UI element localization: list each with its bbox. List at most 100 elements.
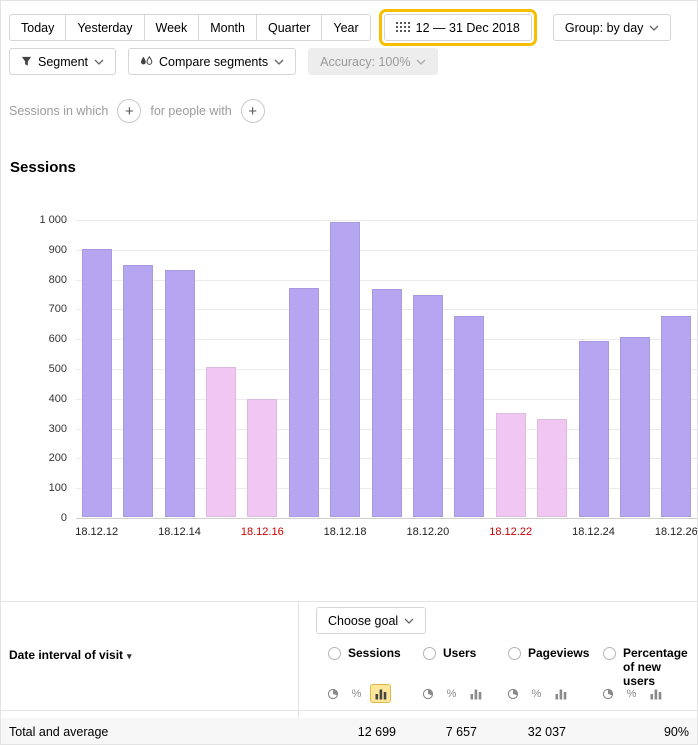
- chevron-down-icon: [404, 618, 414, 624]
- segment-toolbar: Segment Compare segments Accuracy: 100%: [9, 48, 438, 75]
- chart-bar-18.12.15[interactable]: [206, 367, 236, 517]
- add-user-condition-button[interactable]: +: [241, 99, 265, 123]
- tab-quarter-label: Quarter: [268, 21, 310, 35]
- sort-triangle-icon: ▾: [127, 651, 132, 661]
- tab-year[interactable]: Year: [321, 14, 370, 41]
- y-tick-label: 700: [1, 303, 67, 315]
- y-tick-label: 1 000: [1, 214, 67, 226]
- chart-bar-18.12.13[interactable]: [123, 265, 153, 517]
- metric-header-new-users[interactable]: Percentage of new users: [603, 646, 691, 688]
- choose-goal-dropdown[interactable]: Choose goal: [316, 607, 426, 634]
- chart-bar-18.12.21[interactable]: [454, 316, 484, 517]
- radio-pageviews[interactable]: [508, 647, 521, 660]
- percent-icon[interactable]: %: [441, 684, 462, 703]
- x-tick-label: 18.12.20: [396, 526, 460, 538]
- chart-type-toggle-sessions: %: [322, 684, 391, 703]
- tab-quarter[interactable]: Quarter: [256, 14, 322, 41]
- radio-sessions[interactable]: [328, 647, 341, 660]
- group-by-dropdown[interactable]: Group: by day: [553, 14, 672, 41]
- date-range-button[interactable]: 12 — 31 Dec 2018: [384, 14, 532, 41]
- accuracy-label: Accuracy: 100%: [320, 55, 410, 69]
- metric-column-sessions: Sessions %: [328, 646, 398, 712]
- x-tick-label: 18.12.24: [562, 526, 626, 538]
- radio-new-users[interactable]: [603, 647, 616, 660]
- tab-month[interactable]: Month: [198, 14, 257, 41]
- calendar-grid-icon: [396, 22, 410, 33]
- total-pageviews-value: 32 037: [528, 718, 566, 745]
- pie-chart-icon[interactable]: [322, 684, 343, 703]
- chart-y-axis: 01002003004005006007008009001 000: [1, 220, 67, 518]
- compare-drops-icon: [140, 56, 153, 68]
- chart-bar-18.12.25[interactable]: [620, 337, 650, 517]
- percent-icon[interactable]: %: [346, 684, 367, 703]
- y-tick-label: 900: [1, 244, 67, 256]
- chart-bar-18.12.19[interactable]: [372, 289, 402, 517]
- chart-bar-18.12.18[interactable]: [330, 222, 360, 517]
- tab-today[interactable]: Today: [9, 14, 66, 41]
- y-tick-label: 400: [1, 393, 67, 405]
- radio-users[interactable]: [423, 647, 436, 660]
- bar-chart-icon[interactable]: [370, 684, 391, 703]
- date-interval-column-header[interactable]: Date interval of visit ▾: [9, 648, 132, 662]
- pie-chart-icon[interactable]: [597, 684, 618, 703]
- chart-bar-18.12.14[interactable]: [165, 270, 195, 517]
- date-range-label: 12 — 31 Dec 2018: [416, 21, 520, 35]
- period-tab-group: Today Yesterday Week Month Quarter Year: [9, 14, 371, 41]
- filter-bar: Sessions in which + for people with +: [9, 99, 265, 123]
- total-row-label: Total and average: [9, 718, 108, 745]
- tab-yesterday[interactable]: Yesterday: [65, 14, 144, 41]
- chart-bar-18.12.12[interactable]: [82, 249, 112, 517]
- chevron-down-icon: [649, 25, 659, 31]
- chart-bar-18.12.16[interactable]: [247, 399, 277, 517]
- chart-bar-18.12.24[interactable]: [579, 341, 609, 517]
- tab-today-label: Today: [21, 21, 54, 35]
- period-toolbar: Today Yesterday Week Month Quarter Year …: [9, 9, 689, 46]
- metric-label-sessions: Sessions: [348, 646, 401, 660]
- gridline: [76, 250, 697, 251]
- metric-header-pageviews[interactable]: Pageviews: [508, 646, 568, 660]
- compare-segments-dropdown[interactable]: Compare segments: [128, 48, 296, 75]
- total-row: Total and average 12 699 7 657 32 037 90…: [1, 718, 697, 744]
- pie-chart-icon[interactable]: [417, 684, 438, 703]
- bar-chart-icon[interactable]: [550, 684, 571, 703]
- chart-bar-18.12.26[interactable]: [661, 316, 691, 517]
- chart-type-toggle-users: %: [417, 684, 486, 703]
- gridline: [76, 518, 697, 519]
- add-session-condition-button[interactable]: +: [117, 99, 141, 123]
- y-tick-label: 0: [1, 512, 67, 524]
- pie-chart-icon[interactable]: [502, 684, 523, 703]
- sessions-bar-chart: 01002003004005006007008009001 000 18.12.…: [1, 213, 697, 545]
- chart-bar-18.12.17[interactable]: [289, 288, 319, 517]
- percent-icon[interactable]: %: [621, 684, 642, 703]
- accuracy-dropdown[interactable]: Accuracy: 100%: [308, 48, 438, 75]
- total-users-value: 7 657: [446, 718, 477, 745]
- bar-chart-icon[interactable]: [465, 684, 486, 703]
- percent-icon[interactable]: %: [526, 684, 547, 703]
- for-people-with-label: for people with: [150, 104, 231, 118]
- y-tick-label: 600: [1, 333, 67, 345]
- bar-chart-icon[interactable]: [645, 684, 666, 703]
- choose-goal-label: Choose goal: [328, 614, 398, 628]
- tab-yesterday-label: Yesterday: [77, 21, 132, 35]
- metric-header-users[interactable]: Users: [423, 646, 479, 660]
- tab-year-label: Year: [333, 21, 358, 35]
- x-tick-label: 18.12.18: [313, 526, 377, 538]
- date-interval-label: Date interval of visit: [9, 648, 123, 662]
- x-tick-label: 18.12.14: [148, 526, 212, 538]
- group-by-label: Group: by day: [565, 21, 644, 35]
- y-tick-label: 500: [1, 363, 67, 375]
- chart-bar-18.12.23[interactable]: [537, 419, 567, 517]
- metric-label-pageviews: Pageviews: [528, 646, 589, 660]
- segment-dropdown[interactable]: Segment: [9, 48, 116, 75]
- y-tick-label: 800: [1, 274, 67, 286]
- chart-bar-18.12.20[interactable]: [413, 295, 443, 517]
- metric-label-users: Users: [443, 646, 476, 660]
- metric-column-new-users: Percentage of new users %: [603, 646, 691, 712]
- metric-column-pageviews: Pageviews %: [508, 646, 568, 712]
- sessions-in-which-label: Sessions in which: [9, 104, 108, 118]
- metric-header-sessions[interactable]: Sessions: [328, 646, 398, 660]
- report-table: Choose goal Date interval of visit ▾ Sess…: [1, 601, 697, 744]
- total-sessions-value: 12 699: [358, 718, 396, 745]
- tab-week[interactable]: Week: [144, 14, 200, 41]
- chart-bar-18.12.22[interactable]: [496, 413, 526, 517]
